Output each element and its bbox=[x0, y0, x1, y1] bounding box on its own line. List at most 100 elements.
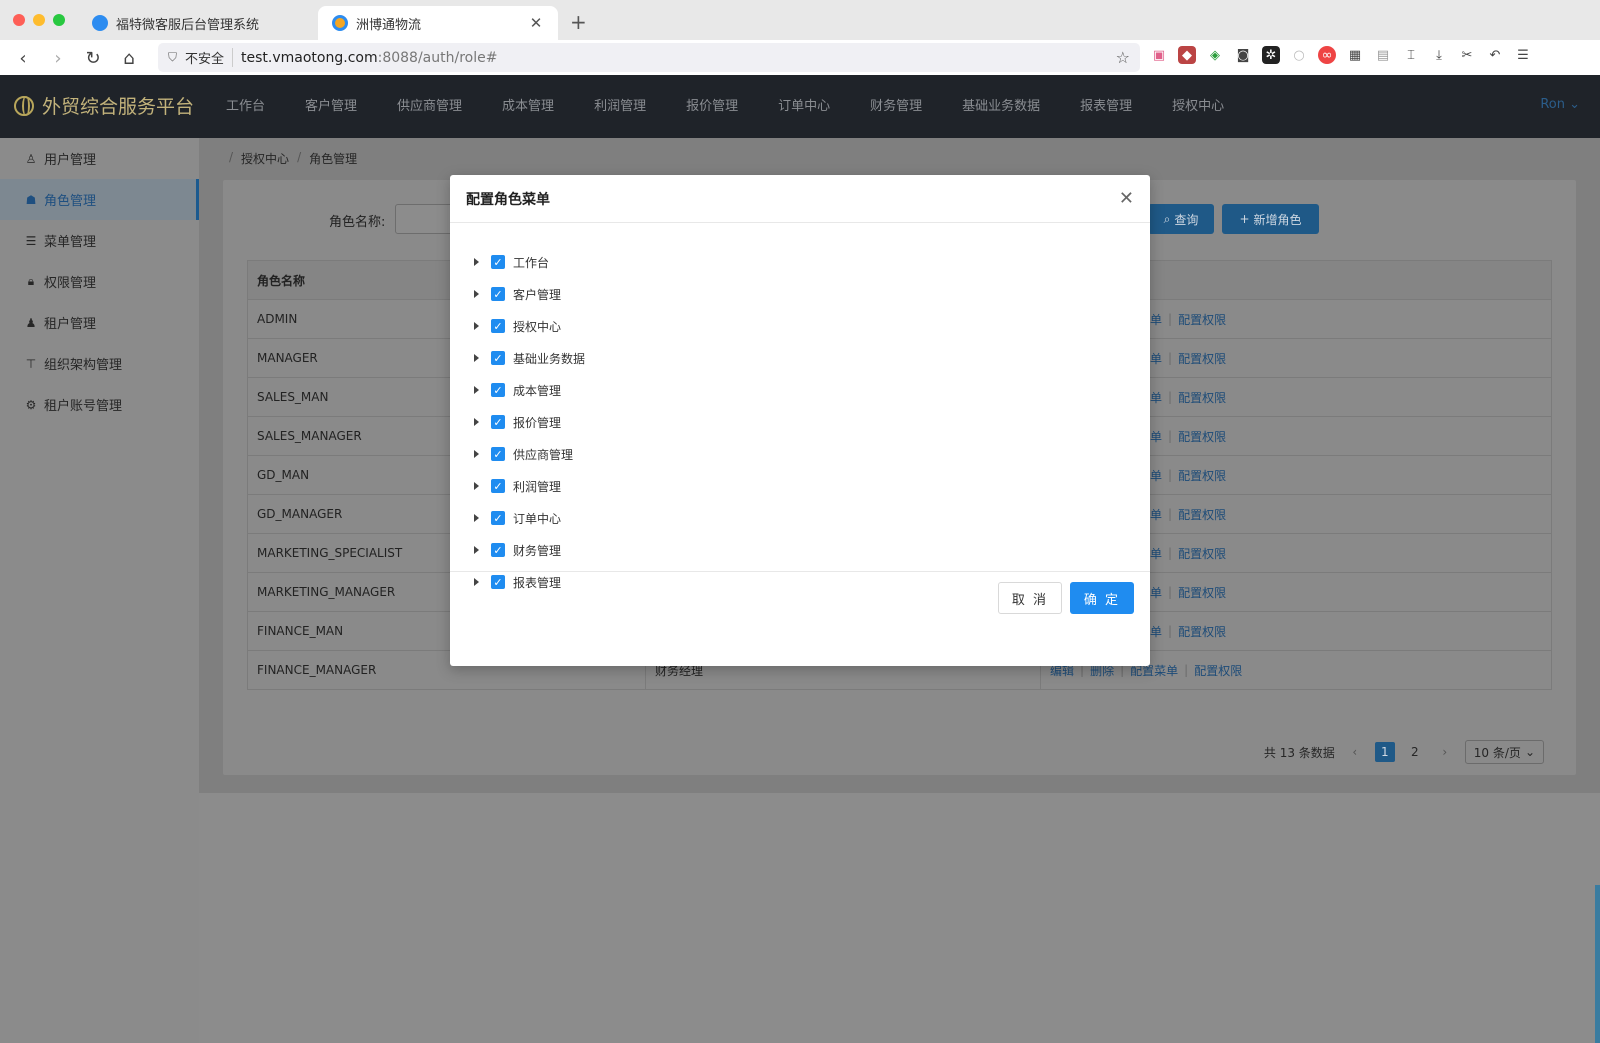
expand-caret-icon[interactable] bbox=[474, 322, 479, 330]
expand-caret-icon[interactable] bbox=[474, 258, 479, 266]
app-logo[interactable]: 外贸综合服务平台 bbox=[14, 92, 194, 119]
tree-node-label[interactable]: 供应商管理 bbox=[513, 446, 573, 463]
browser-tab[interactable]: 福特微客服后台管理系统 bbox=[78, 6, 318, 40]
top-menu-item[interactable]: 工作台 bbox=[220, 75, 285, 138]
query-button[interactable]: ⌕ 查询 bbox=[1148, 204, 1214, 234]
top-menu-item[interactable]: 报价管理 bbox=[666, 75, 758, 138]
next-page-icon[interactable]: › bbox=[1435, 742, 1455, 762]
minimize-window-button[interactable] bbox=[33, 14, 45, 26]
action-link[interactable]: 配置权限 bbox=[1178, 311, 1226, 328]
new-tab-icon[interactable]: + bbox=[570, 10, 587, 34]
top-menu-item[interactable]: 利润管理 bbox=[574, 75, 666, 138]
top-menu-item[interactable]: 报表管理 bbox=[1060, 75, 1152, 138]
hamburger-menu-icon[interactable]: ☰ bbox=[1514, 46, 1532, 64]
tree-node-label[interactable]: 成本管理 bbox=[513, 382, 561, 399]
extension-icon[interactable]: ⌶ bbox=[1402, 46, 1420, 64]
menu-checkbox[interactable]: ✓ bbox=[491, 479, 505, 493]
confirm-button[interactable]: 确 定 bbox=[1070, 582, 1134, 614]
menu-checkbox[interactable]: ✓ bbox=[491, 255, 505, 269]
top-menu-item[interactable]: 客户管理 bbox=[285, 75, 377, 138]
menu-checkbox[interactable]: ✓ bbox=[491, 383, 505, 397]
tree-node-label[interactable]: 客户管理 bbox=[513, 286, 561, 303]
expand-caret-icon[interactable] bbox=[474, 450, 479, 458]
action-link[interactable]: 配置权限 bbox=[1178, 623, 1226, 640]
expand-caret-icon[interactable] bbox=[474, 546, 479, 554]
user-menu[interactable]: Ron ⌄ bbox=[1540, 97, 1580, 112]
zoom-window-button[interactable] bbox=[53, 14, 65, 26]
sidebar-item[interactable]: ♟ 租户管理 bbox=[0, 302, 199, 343]
reload-icon[interactable]: ↻ bbox=[80, 45, 106, 71]
scissors-icon[interactable]: ✂ bbox=[1458, 46, 1476, 64]
menu-checkbox[interactable]: ✓ bbox=[491, 351, 505, 365]
expand-caret-icon[interactable] bbox=[474, 290, 479, 298]
page-size-select[interactable]: 10 条/页 ⌄ bbox=[1464, 740, 1544, 764]
action-link[interactable]: 配置权限 bbox=[1178, 467, 1226, 484]
action-link[interactable]: 配置权限 bbox=[1178, 545, 1226, 562]
cancel-button[interactable]: 取 消 bbox=[998, 582, 1062, 614]
tree-node-label[interactable]: 财务管理 bbox=[513, 542, 561, 559]
menu-checkbox[interactable]: ✓ bbox=[491, 543, 505, 557]
extension-icon[interactable]: ▣ bbox=[1150, 46, 1168, 64]
sidebar-item[interactable]: 🔒︎ 权限管理 bbox=[0, 261, 199, 302]
menu-checkbox[interactable]: ✓ bbox=[491, 319, 505, 333]
insecure-label[interactable]: 不安全 bbox=[185, 48, 234, 67]
breadcrumb-item[interactable]: 授权中心 bbox=[241, 150, 289, 167]
page-number-current[interactable]: 1 bbox=[1374, 742, 1395, 762]
home-icon[interactable]: ⌂ bbox=[116, 45, 142, 71]
action-link[interactable]: 配置权限 bbox=[1178, 350, 1226, 367]
sidebar-item[interactable]: ⊤ 组织架构管理 bbox=[0, 343, 199, 384]
top-menu-item[interactable]: 基础业务数据 bbox=[942, 75, 1060, 138]
undo-icon[interactable]: ↶ bbox=[1486, 46, 1504, 64]
extension-icon[interactable]: ○ bbox=[1290, 46, 1308, 64]
menu-checkbox[interactable]: ✓ bbox=[491, 287, 505, 301]
tree-node-label[interactable]: 报价管理 bbox=[513, 414, 561, 431]
page-number[interactable]: 2 bbox=[1405, 742, 1425, 762]
download-icon[interactable]: ⤓ bbox=[1430, 46, 1448, 64]
close-tab-icon[interactable]: ✕ bbox=[528, 14, 544, 32]
close-window-button[interactable] bbox=[13, 14, 25, 26]
top-menu-item[interactable]: 成本管理 bbox=[482, 75, 574, 138]
expand-caret-icon[interactable] bbox=[474, 482, 479, 490]
shield-icon[interactable]: ⛉ bbox=[168, 50, 177, 65]
expand-caret-icon[interactable] bbox=[474, 418, 479, 426]
top-menu-item[interactable]: 订单中心 bbox=[758, 75, 850, 138]
action-link[interactable]: 配置权限 bbox=[1178, 389, 1226, 406]
action-link[interactable]: 配置权限 bbox=[1178, 506, 1226, 523]
top-menu-item[interactable]: 财务管理 bbox=[850, 75, 942, 138]
camera-icon[interactable]: ◙ bbox=[1234, 46, 1252, 64]
extension-icon[interactable]: ▦ bbox=[1346, 46, 1364, 64]
close-icon[interactable]: ✕ bbox=[1119, 188, 1134, 209]
top-menu-item[interactable]: 供应商管理 bbox=[377, 75, 482, 138]
top-menu-item[interactable]: 授权中心 bbox=[1152, 75, 1244, 138]
tree-node-label[interactable]: 基础业务数据 bbox=[513, 350, 585, 367]
sidebar-item[interactable]: ☗ 角色管理 bbox=[0, 179, 199, 220]
sidebar-item[interactable]: ⚙ 租户账号管理 bbox=[0, 384, 199, 425]
bookmark-star-icon[interactable]: ☆ bbox=[1116, 48, 1130, 67]
expand-caret-icon[interactable] bbox=[474, 386, 479, 394]
extension-icon[interactable]: ∞ bbox=[1318, 46, 1336, 64]
action-link[interactable]: 配置权限 bbox=[1194, 662, 1242, 679]
tree-node-label[interactable]: 授权中心 bbox=[513, 318, 561, 335]
sidebar-item[interactable]: ♙ 用户管理 bbox=[0, 138, 199, 179]
forward-icon[interactable]: › bbox=[45, 45, 71, 71]
tree-node-label[interactable]: 订单中心 bbox=[513, 510, 561, 527]
sidebar-item[interactable]: ☰ 菜单管理 bbox=[0, 220, 199, 261]
extension-icon[interactable]: ◆ bbox=[1178, 46, 1196, 64]
prev-page-icon[interactable]: ‹ bbox=[1345, 742, 1365, 762]
action-link[interactable]: 配置权限 bbox=[1178, 584, 1226, 601]
tree-node-label[interactable]: 工作台 bbox=[513, 254, 549, 271]
address-bar[interactable]: ⛉ 不安全 test.vmaotong.com :8088/auth/role#… bbox=[158, 43, 1140, 72]
tree-node-label[interactable]: 利润管理 bbox=[513, 478, 561, 495]
expand-caret-icon[interactable] bbox=[474, 354, 479, 362]
scrollbar-thumb[interactable] bbox=[1595, 885, 1600, 1043]
add-role-button[interactable]: + 新增角色 bbox=[1222, 204, 1319, 234]
menu-checkbox[interactable]: ✓ bbox=[491, 415, 505, 429]
extension-icon[interactable]: ✲ bbox=[1262, 46, 1280, 64]
expand-caret-icon[interactable] bbox=[474, 514, 479, 522]
browser-tab-active[interactable]: 洲博通物流 ✕ bbox=[318, 6, 558, 40]
menu-checkbox[interactable]: ✓ bbox=[491, 447, 505, 461]
back-icon[interactable]: ‹ bbox=[10, 45, 36, 71]
menu-checkbox[interactable]: ✓ bbox=[491, 511, 505, 525]
extension-icon[interactable]: ▤ bbox=[1374, 46, 1392, 64]
action-link[interactable]: 配置权限 bbox=[1178, 428, 1226, 445]
